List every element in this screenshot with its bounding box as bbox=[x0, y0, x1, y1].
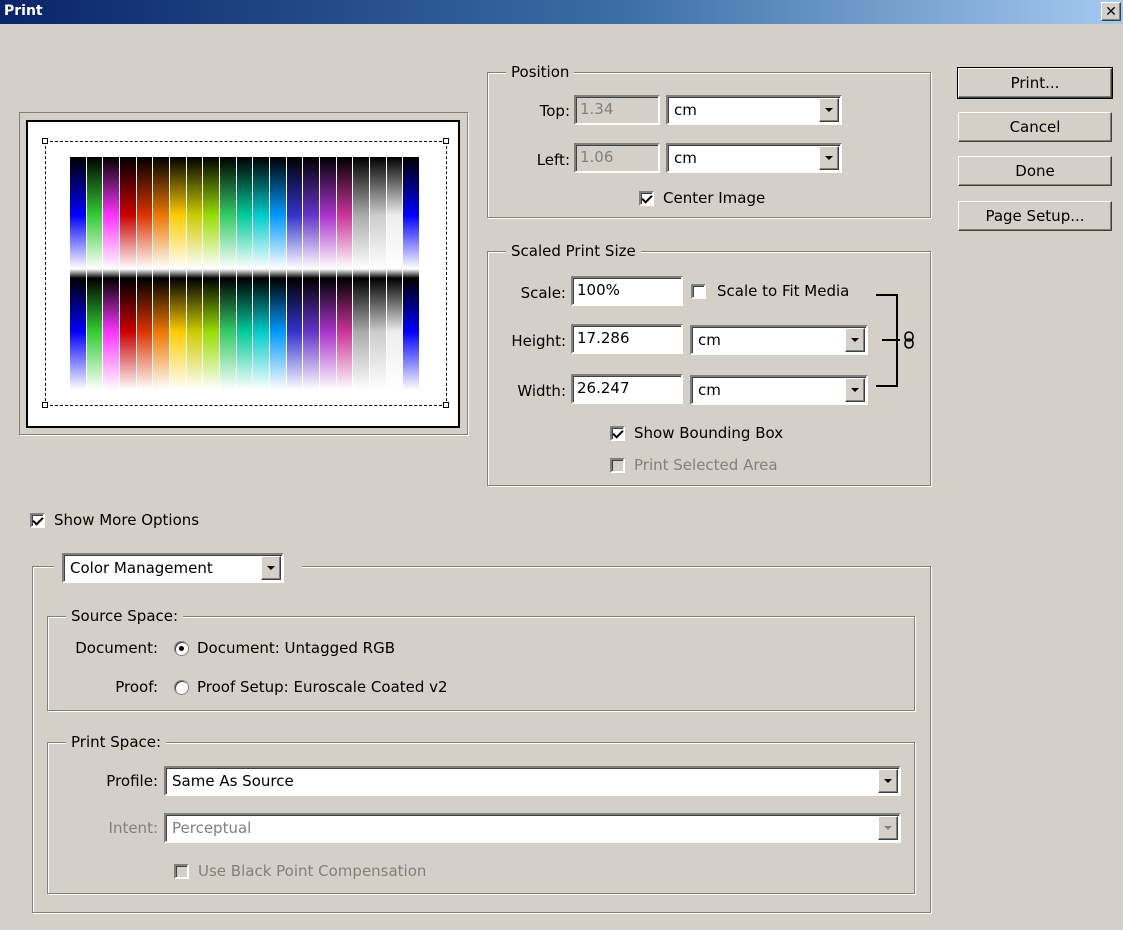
bbox-handle-bottom-right[interactable] bbox=[443, 402, 449, 408]
chevron-down-icon[interactable] bbox=[261, 556, 281, 580]
close-icon: ✕ bbox=[1105, 3, 1117, 20]
top-unit-value: cm bbox=[674, 101, 697, 119]
title-bar: Print ✕ bbox=[0, 0, 1123, 24]
source-space-group bbox=[47, 616, 915, 711]
scale-input[interactable]: 100% bbox=[571, 276, 683, 306]
top-input[interactable]: 1.34 bbox=[574, 95, 660, 125]
print-button[interactable]: Print... bbox=[957, 67, 1113, 99]
top-label: Top: bbox=[539, 102, 570, 120]
center-image-label: Center Image bbox=[663, 189, 766, 207]
bbox-handle-top-right[interactable] bbox=[443, 138, 449, 144]
proportion-bracket-tick bbox=[882, 339, 900, 341]
width-label: Width: bbox=[517, 382, 566, 400]
chevron-down-icon[interactable] bbox=[845, 378, 865, 402]
cancel-button[interactable]: Cancel bbox=[958, 112, 1112, 142]
page-setup-button[interactable]: Page Setup... bbox=[958, 201, 1112, 231]
intent-select[interactable]: Perceptual bbox=[164, 813, 901, 843]
scale-to-fit-checkbox[interactable] bbox=[691, 284, 706, 299]
chevron-down-icon[interactable] bbox=[845, 328, 865, 352]
center-image-checkbox[interactable] bbox=[639, 191, 654, 206]
print-space-legend: Print Space: bbox=[66, 733, 167, 751]
bbox-handle-top-left[interactable] bbox=[42, 138, 48, 144]
height-unit-value: cm bbox=[698, 331, 721, 349]
document-label: Document: bbox=[75, 639, 158, 657]
done-button[interactable]: Done bbox=[958, 156, 1112, 186]
chevron-down-icon[interactable] bbox=[819, 98, 839, 122]
proof-option-label: Proof Setup: Euroscale Coated v2 bbox=[197, 678, 448, 696]
width-unit-select[interactable]: cm bbox=[690, 375, 868, 405]
chevron-down-icon[interactable] bbox=[878, 816, 898, 840]
bounding-box[interactable] bbox=[45, 141, 447, 406]
profile-label: Profile: bbox=[106, 772, 158, 790]
position-legend: Position bbox=[506, 63, 575, 81]
show-more-options-checkbox[interactable] bbox=[30, 513, 45, 528]
left-unit-value: cm bbox=[674, 149, 697, 167]
proof-label: Proof: bbox=[115, 678, 158, 696]
intent-value: Perceptual bbox=[172, 819, 252, 837]
document-radio[interactable] bbox=[174, 641, 189, 656]
source-space-legend: Source Space: bbox=[66, 607, 184, 625]
left-input[interactable]: 1.06 bbox=[574, 143, 660, 173]
proof-radio[interactable] bbox=[174, 680, 189, 695]
left-unit-select[interactable]: cm bbox=[666, 143, 842, 173]
window-title: Print bbox=[4, 3, 43, 19]
show-bounding-box-checkbox[interactable] bbox=[610, 426, 625, 441]
show-more-options-label: Show More Options bbox=[54, 511, 200, 529]
top-unit-select[interactable]: cm bbox=[666, 95, 842, 125]
document-option-label: Document: Untagged RGB bbox=[197, 639, 395, 657]
intent-label: Intent: bbox=[108, 819, 158, 837]
more-options-mode-value: Color Management bbox=[70, 559, 213, 577]
link-icon bbox=[902, 331, 916, 349]
black-point-compensation-checkbox[interactable] bbox=[174, 864, 189, 879]
scale-to-fit-label: Scale to Fit Media bbox=[717, 282, 850, 300]
height-input[interactable]: 17.286 bbox=[571, 324, 683, 354]
profile-value: Same As Source bbox=[172, 772, 294, 790]
print-selected-area-label: Print Selected Area bbox=[634, 456, 778, 474]
bbox-handle-bottom-left[interactable] bbox=[42, 402, 48, 408]
width-input[interactable]: 26.247 bbox=[571, 374, 683, 404]
show-bounding-box-label: Show Bounding Box bbox=[634, 424, 784, 442]
print-selected-area-checkbox[interactable] bbox=[610, 458, 625, 473]
chevron-down-icon[interactable] bbox=[878, 769, 898, 793]
more-options-mode-select[interactable]: Color Management bbox=[62, 553, 284, 583]
scale-label: Scale: bbox=[520, 284, 566, 302]
black-point-compensation-label: Use Black Point Compensation bbox=[198, 862, 427, 880]
scaled-print-size-legend: Scaled Print Size bbox=[506, 242, 641, 260]
left-label: Left: bbox=[536, 151, 570, 169]
height-label: Height: bbox=[511, 332, 566, 350]
height-unit-select[interactable]: cm bbox=[690, 325, 868, 355]
chevron-down-icon[interactable] bbox=[819, 146, 839, 170]
profile-select[interactable]: Same As Source bbox=[164, 766, 901, 796]
width-unit-value: cm bbox=[698, 381, 721, 399]
close-button[interactable]: ✕ bbox=[1101, 2, 1121, 21]
